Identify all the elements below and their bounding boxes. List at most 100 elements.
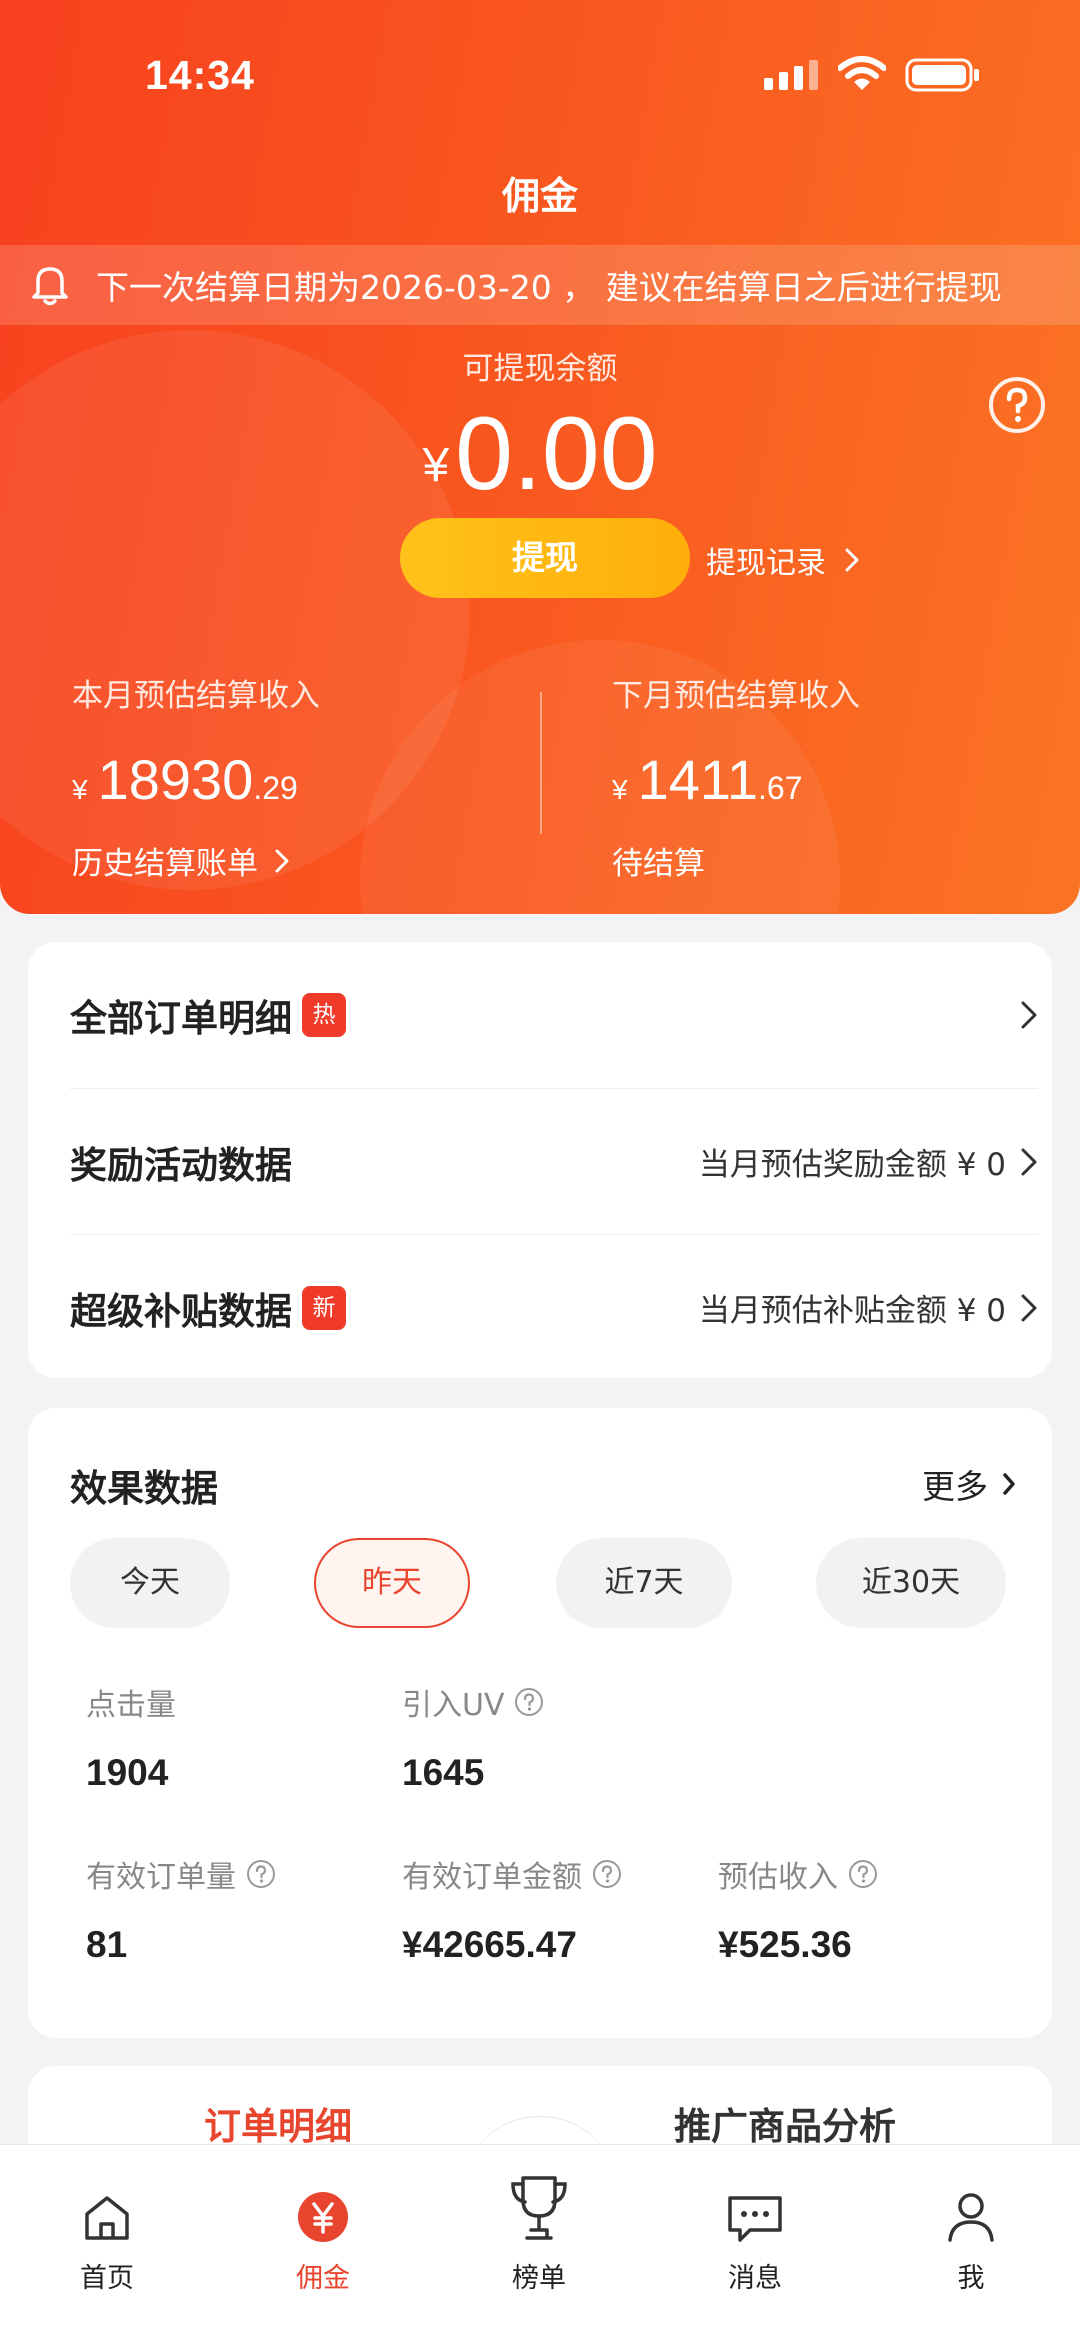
menu-row-super-subsidy[interactable]: 超级补贴数据 新 当月预估补贴金额 ¥ 0 xyxy=(70,1234,1038,1380)
yen-icon xyxy=(298,2192,348,2242)
this-month-income: 本月预估结算收入 ¥18930.29 历史结算账单 xyxy=(72,670,320,883)
cellular-signal-icon xyxy=(764,60,818,90)
pending-settlement-text: 待结算 xyxy=(612,846,705,882)
performance-card: 效果数据 更多 今天 昨天 近7天 近30天 点击量 1904 引入UV 164… xyxy=(28,1408,1052,2038)
data-menu-card: 全部订单明细 热 奖励活动数据 当月预估奖励金额 ¥ 0 超级补贴数据 新 当月… xyxy=(28,942,1052,1378)
home-icon xyxy=(85,2196,129,2240)
range-pill-7days[interactable]: 近7天 xyxy=(556,1538,732,1628)
nav-item-messages[interactable]: 消息 xyxy=(675,2170,835,2295)
metric-label: 有效订单量 xyxy=(86,1860,236,1895)
subsidy-amount-text: 当月预估补贴金额 ¥ 0 xyxy=(698,1293,1006,1329)
withdraw-record-label: 提现记录 xyxy=(706,546,826,581)
chevron-right-icon xyxy=(1021,1148,1037,1175)
balance-amount-display: ¥0.00 xyxy=(0,395,1080,514)
chevron-right-icon xyxy=(1021,1294,1037,1321)
metric-value: 1645 xyxy=(402,1752,485,1793)
amount-decimal: .67 xyxy=(758,770,803,806)
menu-row-right: 当月预估补贴金额 ¥ 0 xyxy=(699,1285,1038,1330)
this-month-value: ¥18930.29 xyxy=(72,747,320,812)
next-month-value: ¥1411.67 xyxy=(612,747,860,812)
settlement-notice-banner: 下一次结算日期为2026-03-20 ， 建议在结算日之后进行提现 xyxy=(0,245,1080,325)
menu-row-title: 奖励活动数据 xyxy=(70,1143,292,1187)
reward-amount-text: 当月预估奖励金额 ¥ 0 xyxy=(698,1147,1006,1183)
tab-product-analysis[interactable]: 推广商品分析 xyxy=(674,2096,896,2150)
amount-decimal: .29 xyxy=(253,770,298,806)
trophy-icon xyxy=(511,2176,567,2240)
chevron-right-icon xyxy=(275,849,289,872)
metric-label: 预估收入 xyxy=(718,1860,838,1895)
chevron-right-icon xyxy=(1003,1473,1015,1495)
metric-label: 有效订单金额 xyxy=(402,1860,582,1895)
withdraw-button[interactable]: 提现 xyxy=(400,518,690,598)
amount-integer: 1411 xyxy=(637,748,758,811)
performance-more-link[interactable]: 更多 xyxy=(922,1460,1016,1508)
next-month-income: 下月预估结算收入 ¥1411.67 待结算 xyxy=(612,670,860,883)
page-title: 佣金 xyxy=(501,174,578,218)
performance-title: 效果数据 xyxy=(70,1467,218,1510)
metric-value: 1904 xyxy=(86,1752,169,1793)
metric-label: 点击量 xyxy=(86,1688,176,1723)
info-icon[interactable] xyxy=(514,1687,544,1717)
range-pill-30days[interactable]: 近30天 xyxy=(816,1538,1006,1628)
wifi-icon xyxy=(838,56,886,90)
info-icon[interactable] xyxy=(848,1859,878,1889)
nav-label: 我 xyxy=(957,2263,985,2294)
chevron-right-icon xyxy=(845,548,859,572)
history-bill-label: 历史结算账单 xyxy=(72,846,258,882)
metric-uv: 引入UV 1645 xyxy=(402,1680,544,1794)
nav-item-commission[interactable]: 佣金 xyxy=(243,2170,403,2295)
metric-value: ¥42665.47 xyxy=(402,1924,577,1965)
history-bill-link[interactable]: 历史结算账单 xyxy=(72,838,320,883)
person-icon xyxy=(948,2193,994,2242)
menu-row-reward-activity[interactable]: 奖励活动数据 当月预估奖励金额 ¥ 0 xyxy=(70,1088,1038,1234)
nav-label: 消息 xyxy=(728,2263,782,2294)
tab-order-detail[interactable]: 订单明细 xyxy=(204,2096,352,2150)
nav-item-ranking[interactable]: 榜单 xyxy=(459,2152,619,2295)
more-label: 更多 xyxy=(922,1467,988,1506)
hot-badge: 热 xyxy=(302,993,346,1037)
message-icon xyxy=(728,2196,782,2242)
menu-row-title: 超级补贴数据 xyxy=(70,1289,292,1333)
balance-amount: 0.00 xyxy=(455,396,658,512)
metric-label-row: 预估收入 xyxy=(718,1852,878,1896)
info-icon[interactable] xyxy=(246,1859,276,1889)
nav-label: 榜单 xyxy=(512,2263,566,2294)
menu-row-title: 全部订单明细 xyxy=(70,997,292,1040)
status-time: 14:34 xyxy=(145,52,255,98)
menu-row-right: 当月预估奖励金额 ¥ 0 xyxy=(699,1139,1038,1184)
nav-item-me[interactable]: 我 xyxy=(891,2170,1051,2295)
metric-valid-orders: 有效订单量 81 xyxy=(86,1852,276,1966)
bell-icon xyxy=(32,267,68,306)
metric-valid-order-amount: 有效订单金额 ¥42665.47 xyxy=(402,1852,622,1966)
withdraw-record-link[interactable]: 提现记录 xyxy=(706,538,860,582)
info-icon[interactable] xyxy=(592,1859,622,1889)
nav-label: 佣金 xyxy=(296,2263,350,2294)
metric-label-row: 有效订单量 xyxy=(86,1852,276,1896)
nav-label: 首页 xyxy=(80,2263,134,2294)
notice-text: 下一次结算日期为2026-03-20 ， 建议在结算日之后进行提现 xyxy=(96,268,1002,307)
new-badge: 新 xyxy=(302,1285,346,1330)
metric-label-row: 有效订单金额 xyxy=(402,1852,622,1896)
metric-estimated-income: 预估收入 ¥525.36 xyxy=(718,1852,878,1966)
metric-label: 引入UV xyxy=(402,1688,505,1723)
range-pill-today[interactable]: 今天 xyxy=(70,1538,230,1628)
metric-value: ¥525.36 xyxy=(718,1924,852,1965)
range-pill-yesterday[interactable]: 昨天 xyxy=(314,1538,470,1628)
this-month-title: 本月预估结算收入 xyxy=(72,678,320,714)
next-month-title: 下月预估结算收入 xyxy=(612,678,860,714)
menu-row-right xyxy=(1006,1000,1038,1030)
menu-row-all-orders[interactable]: 全部订单明细 热 xyxy=(70,942,1038,1088)
currency-symbol: ¥ xyxy=(72,774,88,805)
amount-integer: 18930 xyxy=(97,748,254,811)
metric-clicks: 点击量 1904 xyxy=(86,1680,176,1794)
currency-symbol: ¥ xyxy=(612,774,628,805)
chevron-right-icon xyxy=(1021,1001,1037,1029)
nav-item-home[interactable]: 首页 xyxy=(27,2170,187,2295)
divider xyxy=(540,692,542,834)
balance-currency: ¥ xyxy=(422,439,450,492)
metric-label-row: 引入UV xyxy=(402,1680,544,1724)
balance-label: 可提现余额 xyxy=(462,351,618,387)
status-bar: 14:34 xyxy=(0,0,1080,160)
pending-settlement-label: 待结算 xyxy=(612,838,860,883)
battery-icon xyxy=(905,58,979,92)
